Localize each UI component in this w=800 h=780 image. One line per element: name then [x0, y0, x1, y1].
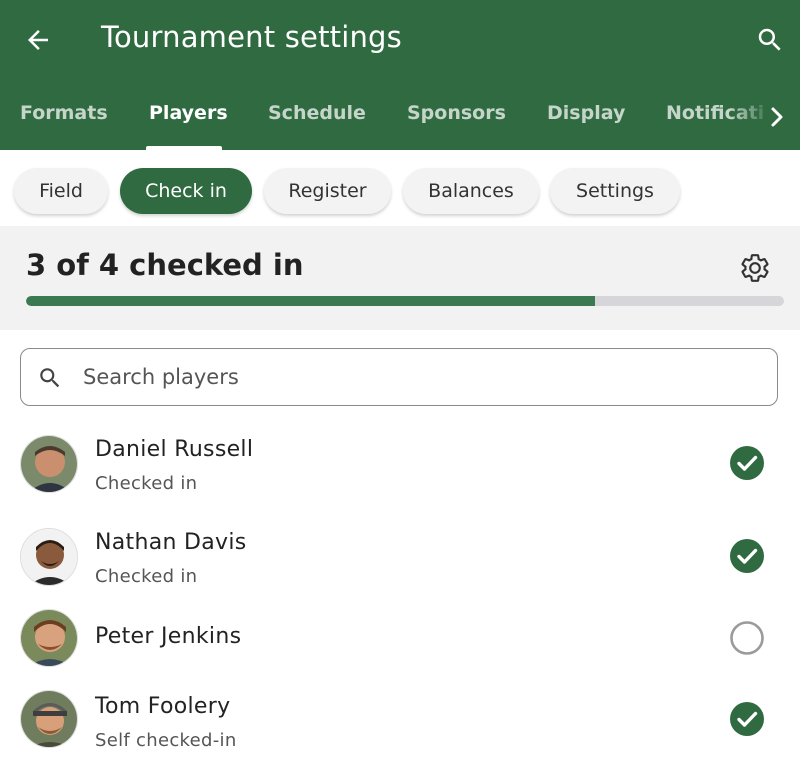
player-name: Nathan Davis: [95, 530, 247, 555]
avatar: [20, 690, 78, 748]
player-row-peter-jenkins[interactable]: Peter Jenkins: [0, 607, 800, 669]
player-status: Checked in: [95, 473, 198, 494]
sub-nav-chips: Field Check in Register Balances Setting…: [0, 150, 800, 226]
check-in-progress-bar: [26, 296, 784, 306]
gear-icon: [741, 254, 769, 282]
tab-players[interactable]: Players: [149, 102, 228, 124]
unchecked-circle-icon[interactable]: [729, 620, 765, 656]
tab-sponsors[interactable]: Sponsors: [407, 102, 506, 124]
page-title: Tournament settings: [101, 20, 402, 54]
checked-icon[interactable]: [729, 538, 765, 574]
search-button[interactable]: [750, 20, 790, 60]
chip-register[interactable]: Register: [264, 168, 391, 214]
player-status: Self checked-in: [95, 730, 237, 751]
player-status: Checked in: [95, 566, 198, 587]
top-bar: Tournament settings: [0, 0, 800, 80]
checked-in-count: 3 of 4 checked in: [26, 248, 304, 282]
tab-schedule[interactable]: Schedule: [268, 102, 366, 124]
search-icon: [40, 368, 60, 388]
chip-balances[interactable]: Balances: [403, 168, 539, 214]
search-icon: [758, 28, 781, 51]
tab-formats[interactable]: Formats: [20, 102, 108, 124]
player-name: Tom Foolery: [95, 694, 231, 719]
summary-settings-button[interactable]: [738, 251, 772, 285]
avatar: [20, 435, 78, 493]
player-row-daniel-russell[interactable]: Daniel Russell Checked in: [0, 433, 800, 495]
check-in-summary: 3 of 4 checked in: [0, 226, 800, 330]
search-field[interactable]: [20, 348, 778, 406]
tab-scroll-right-button[interactable]: [766, 102, 788, 132]
chip-settings[interactable]: Settings: [550, 168, 680, 214]
player-row-tom-foolery[interactable]: Tom Foolery Self checked-in: [0, 690, 800, 752]
checked-icon[interactable]: [729, 445, 765, 481]
search-input[interactable]: [83, 357, 763, 397]
player-name: Daniel Russell: [95, 437, 254, 462]
tab-display[interactable]: Display: [547, 102, 625, 124]
player-row-nathan-davis[interactable]: Nathan Davis Checked in: [0, 526, 800, 588]
chip-check-in[interactable]: Check in: [120, 168, 252, 214]
player-name: Peter Jenkins: [95, 624, 242, 649]
back-button[interactable]: [18, 20, 58, 60]
checked-icon[interactable]: [729, 701, 765, 737]
chip-field[interactable]: Field: [14, 168, 108, 214]
tab-fade: [730, 88, 800, 150]
app-bar: Tournament settings Formats Players Sche…: [0, 0, 800, 150]
avatar: [20, 609, 78, 667]
chevron-right-icon: [771, 107, 783, 127]
arrow-left-icon: [28, 30, 48, 50]
check-in-progress-fill: [26, 296, 595, 306]
avatar: [20, 528, 78, 586]
tab-bar: Formats Players Schedule Sponsors Displa…: [0, 88, 800, 150]
